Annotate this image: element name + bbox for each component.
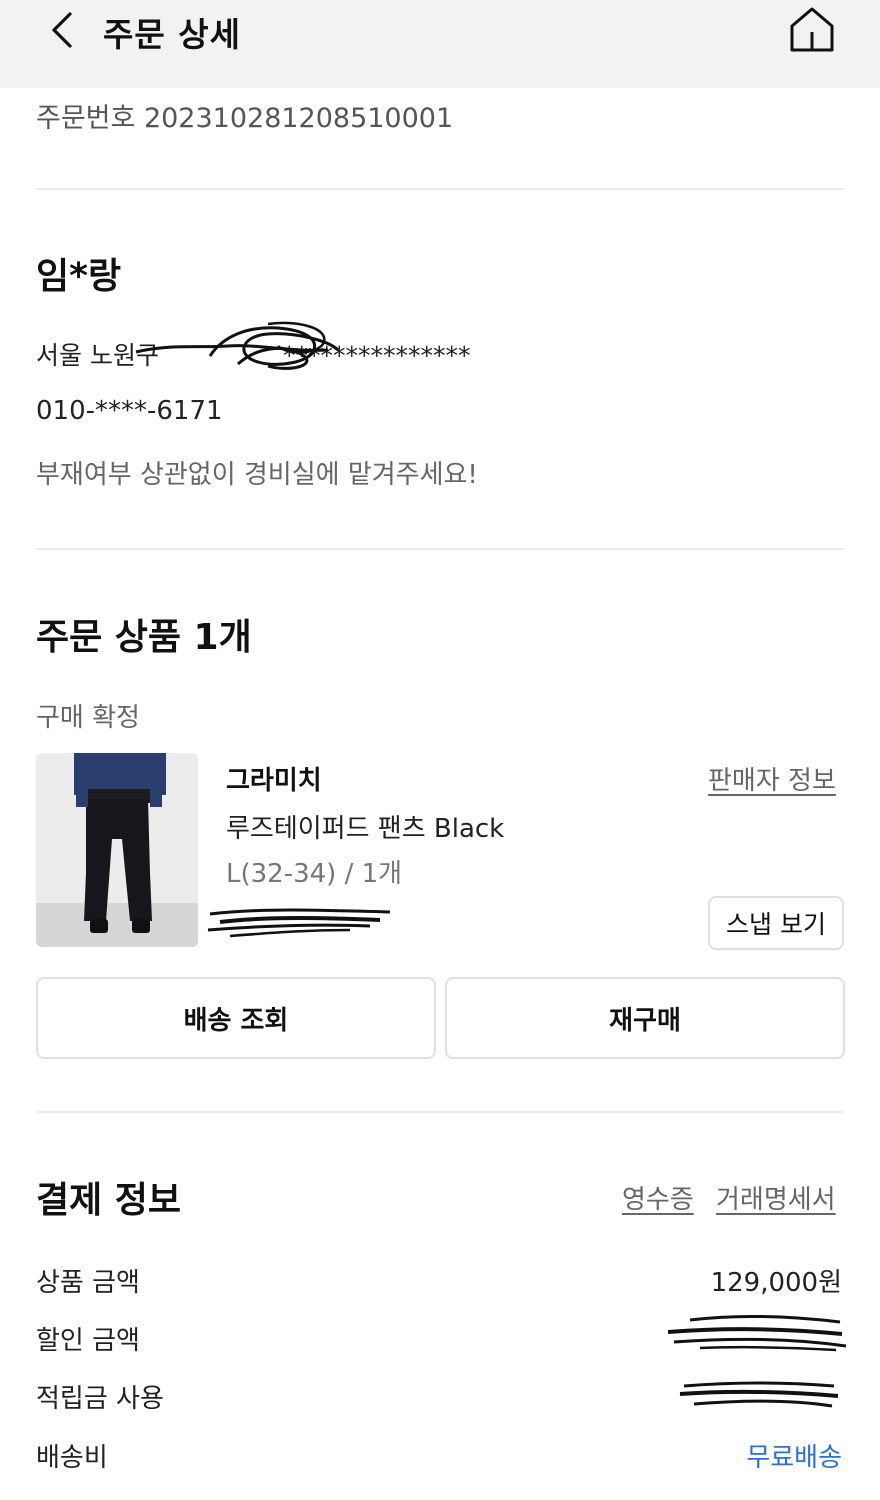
snap-view-button[interactable]: 스냅 보기 <box>708 896 844 950</box>
product-brand: 그라미치 <box>226 766 322 796</box>
track-delivery-button[interactable]: 배송 조회 <box>36 977 436 1059</box>
products-section-title: 주문 상품 1개 <box>36 617 252 658</box>
redaction-scribble <box>207 908 391 938</box>
product-option: L(32-34) / 1개 <box>226 859 403 889</box>
back-button[interactable] <box>46 8 86 52</box>
product-amount-label: 상품 금액 <box>36 1268 140 1298</box>
product-amount-value: 129,000원 <box>710 1268 842 1298</box>
points-used-label: 적립금 사용 <box>36 1384 164 1414</box>
recipient-phone: 010-****-6171 <box>36 396 223 426</box>
home-button[interactable] <box>788 4 836 54</box>
home-icon <box>790 7 834 52</box>
discount-amount-label: 할인 금액 <box>36 1326 140 1356</box>
top-app-bar: 주문 상세 <box>0 0 880 88</box>
redaction-scribble <box>667 1314 847 1352</box>
divider <box>36 188 844 190</box>
reorder-button[interactable]: 재구매 <box>445 977 845 1059</box>
redaction-scribble <box>679 1381 839 1408</box>
page-title: 주문 상세 <box>103 15 241 54</box>
divider <box>36 548 844 550</box>
address-prefix: 서울 노원구 <box>36 341 159 370</box>
recipient-name: 임*랑 <box>36 256 122 297</box>
shipping-fee-label: 배송비 <box>36 1443 108 1473</box>
recipient-address: 서울 노원구 *************** <box>36 336 470 372</box>
order-status: 구매 확정 <box>36 703 140 733</box>
order-number: 주문번호 202310281208510001 <box>36 103 454 134</box>
seller-info-link[interactable]: 판매자 정보 <box>708 760 836 797</box>
receipt-link[interactable]: 영수증 <box>622 1179 694 1216</box>
chevron-left-icon <box>52 12 72 48</box>
product-thumbnail[interactable] <box>36 753 198 947</box>
product-image <box>36 753 198 947</box>
product-name: 루즈테이퍼드 팬츠 Black <box>226 814 505 844</box>
address-masked: *************** <box>282 341 471 370</box>
shipping-fee-value: 무료배송 <box>746 1443 842 1473</box>
delivery-memo: 부재여부 상관없이 경비실에 맡겨주세요! <box>36 460 478 490</box>
payment-section-title: 결제 정보 <box>36 1180 182 1221</box>
transaction-statement-link[interactable]: 거래명세서 <box>716 1179 836 1216</box>
divider <box>36 1111 844 1113</box>
